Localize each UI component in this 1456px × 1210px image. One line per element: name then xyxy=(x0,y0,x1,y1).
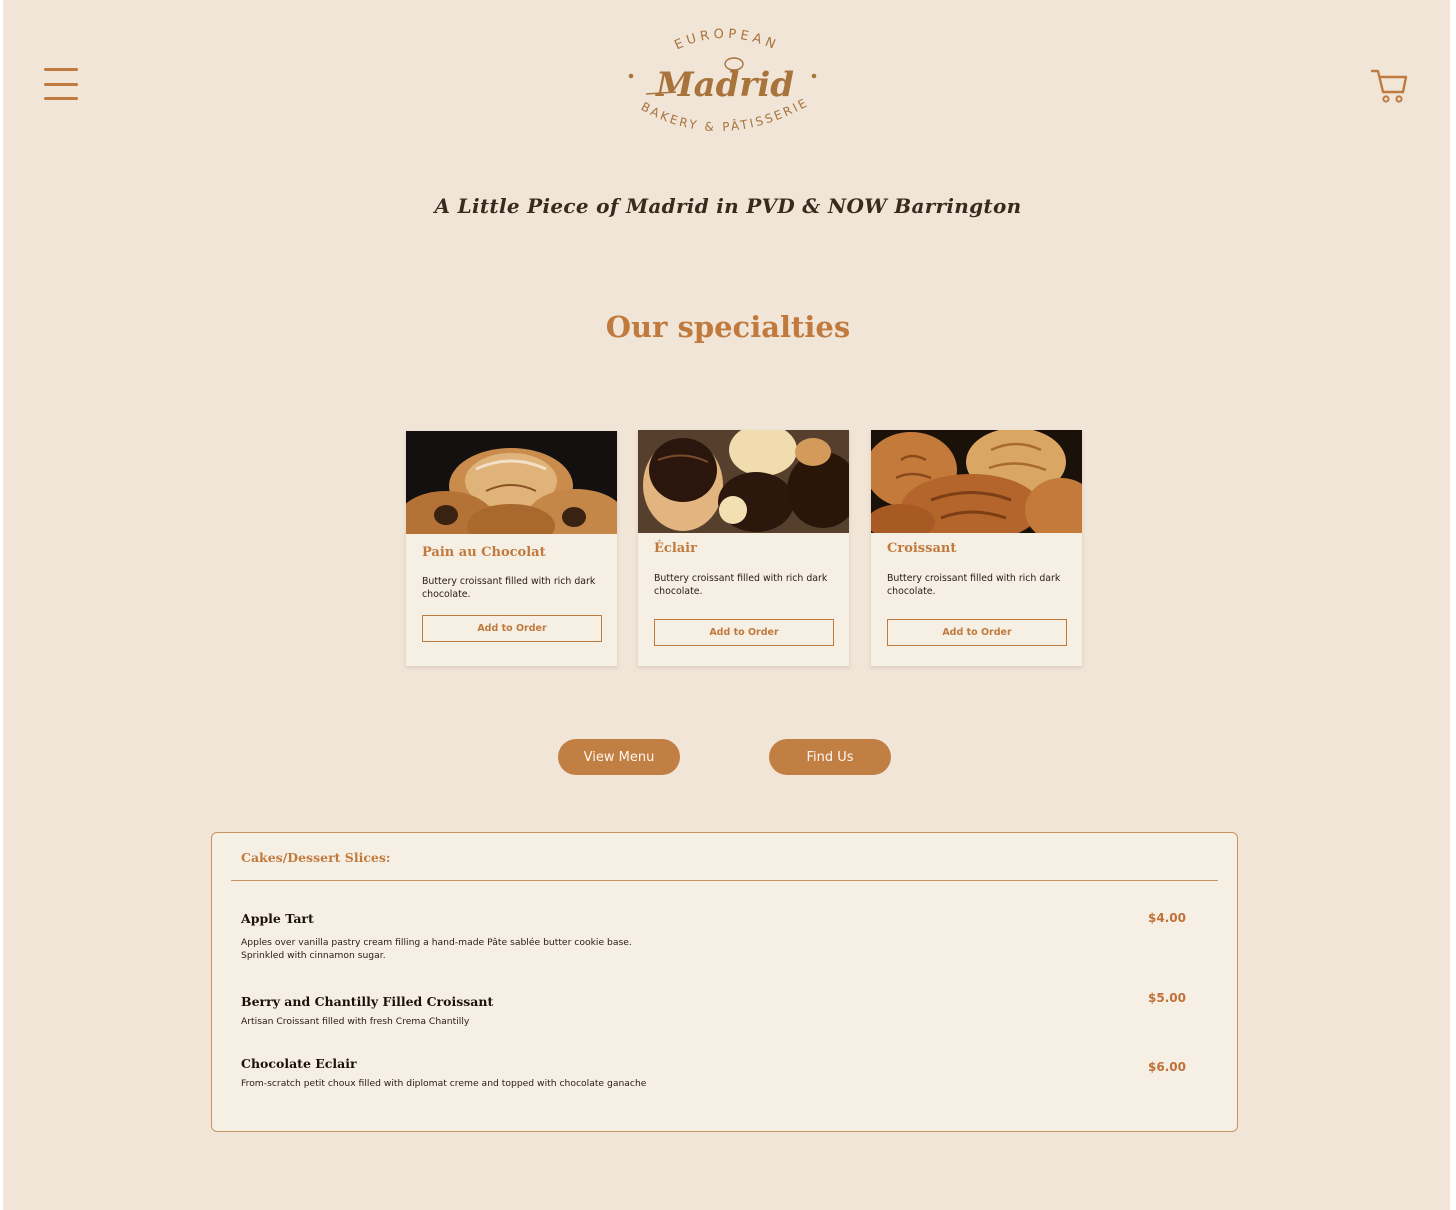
add-to-order-button[interactable]: Add to Order xyxy=(654,619,834,646)
menu-item-description: From-scratch petit choux filled with dip… xyxy=(241,1078,647,1089)
menu-item-price: $6.00 xyxy=(1148,1060,1186,1074)
card-description: Buttery croissant filled with rich dark … xyxy=(654,573,828,597)
specialty-card-croissant: Croissant Buttery croissant filled with … xyxy=(871,430,1082,666)
page-frame-right xyxy=(1450,0,1456,1210)
menu-item-price: $5.00 xyxy=(1148,991,1186,1005)
menu-item-name: Berry and Chantilly Filled Croissant xyxy=(241,994,494,1009)
view-menu-button[interactable]: View Menu xyxy=(558,739,680,775)
hamburger-line xyxy=(44,97,78,100)
specialty-card-eclair: Éclair Buttery croissant filled with ric… xyxy=(638,430,849,666)
menu-item-description: Artisan Croissant filled with fresh Crem… xyxy=(241,1016,470,1027)
menu-item-name: Apple Tart xyxy=(241,911,314,926)
logo-dot-right xyxy=(811,73,817,79)
logo-script-name: Madrid xyxy=(655,65,794,105)
add-to-order-button[interactable]: Add to Order xyxy=(887,619,1067,646)
find-us-button[interactable]: Find Us xyxy=(769,739,891,775)
page-frame-left xyxy=(0,0,3,1210)
logo-top-text: EUROPEAN xyxy=(672,27,781,54)
hamburger-menu-icon[interactable] xyxy=(44,68,78,100)
menu-divider xyxy=(231,880,1218,881)
add-to-order-button[interactable]: Add to Order xyxy=(422,615,602,642)
shopping-cart-icon[interactable] xyxy=(1370,68,1408,104)
card-description: Buttery croissant filled with rich dark … xyxy=(887,573,1061,597)
menu-item-name: Chocolate Eclair xyxy=(241,1056,357,1071)
menu-item-description: Apples over vanilla pastry cream filling… xyxy=(241,937,632,961)
pain-au-chocolat-photo xyxy=(406,431,617,534)
croissant-photo xyxy=(871,430,1082,533)
menu-section: Cakes/Dessert Slices: Apple Tart Apples … xyxy=(211,832,1238,1132)
specialties-title: Our specialties xyxy=(605,310,851,344)
hamburger-line xyxy=(44,82,78,86)
card-title: Éclair xyxy=(654,541,697,556)
specialty-card-pain-au-chocolat: Pain au Chocolat Buttery croissant fille… xyxy=(406,431,617,666)
logo-dot-left xyxy=(628,73,634,79)
eclair-photo xyxy=(638,430,849,533)
menu-category-heading: Cakes/Dessert Slices: xyxy=(241,850,391,865)
hamburger-line xyxy=(44,68,78,71)
bakery-logo[interactable]: EUROPEAN Madrid BAKERY & PÂTISSERIE xyxy=(618,26,828,152)
hero-tagline: A Little Piece of Madrid in PVD & NOW Ba… xyxy=(434,194,1022,218)
menu-item-price: $4.00 xyxy=(1148,911,1186,925)
card-title: Croissant xyxy=(887,541,957,556)
card-description: Buttery croissant filled with rich dark … xyxy=(422,576,596,600)
card-title: Pain au Chocolat xyxy=(422,545,546,560)
